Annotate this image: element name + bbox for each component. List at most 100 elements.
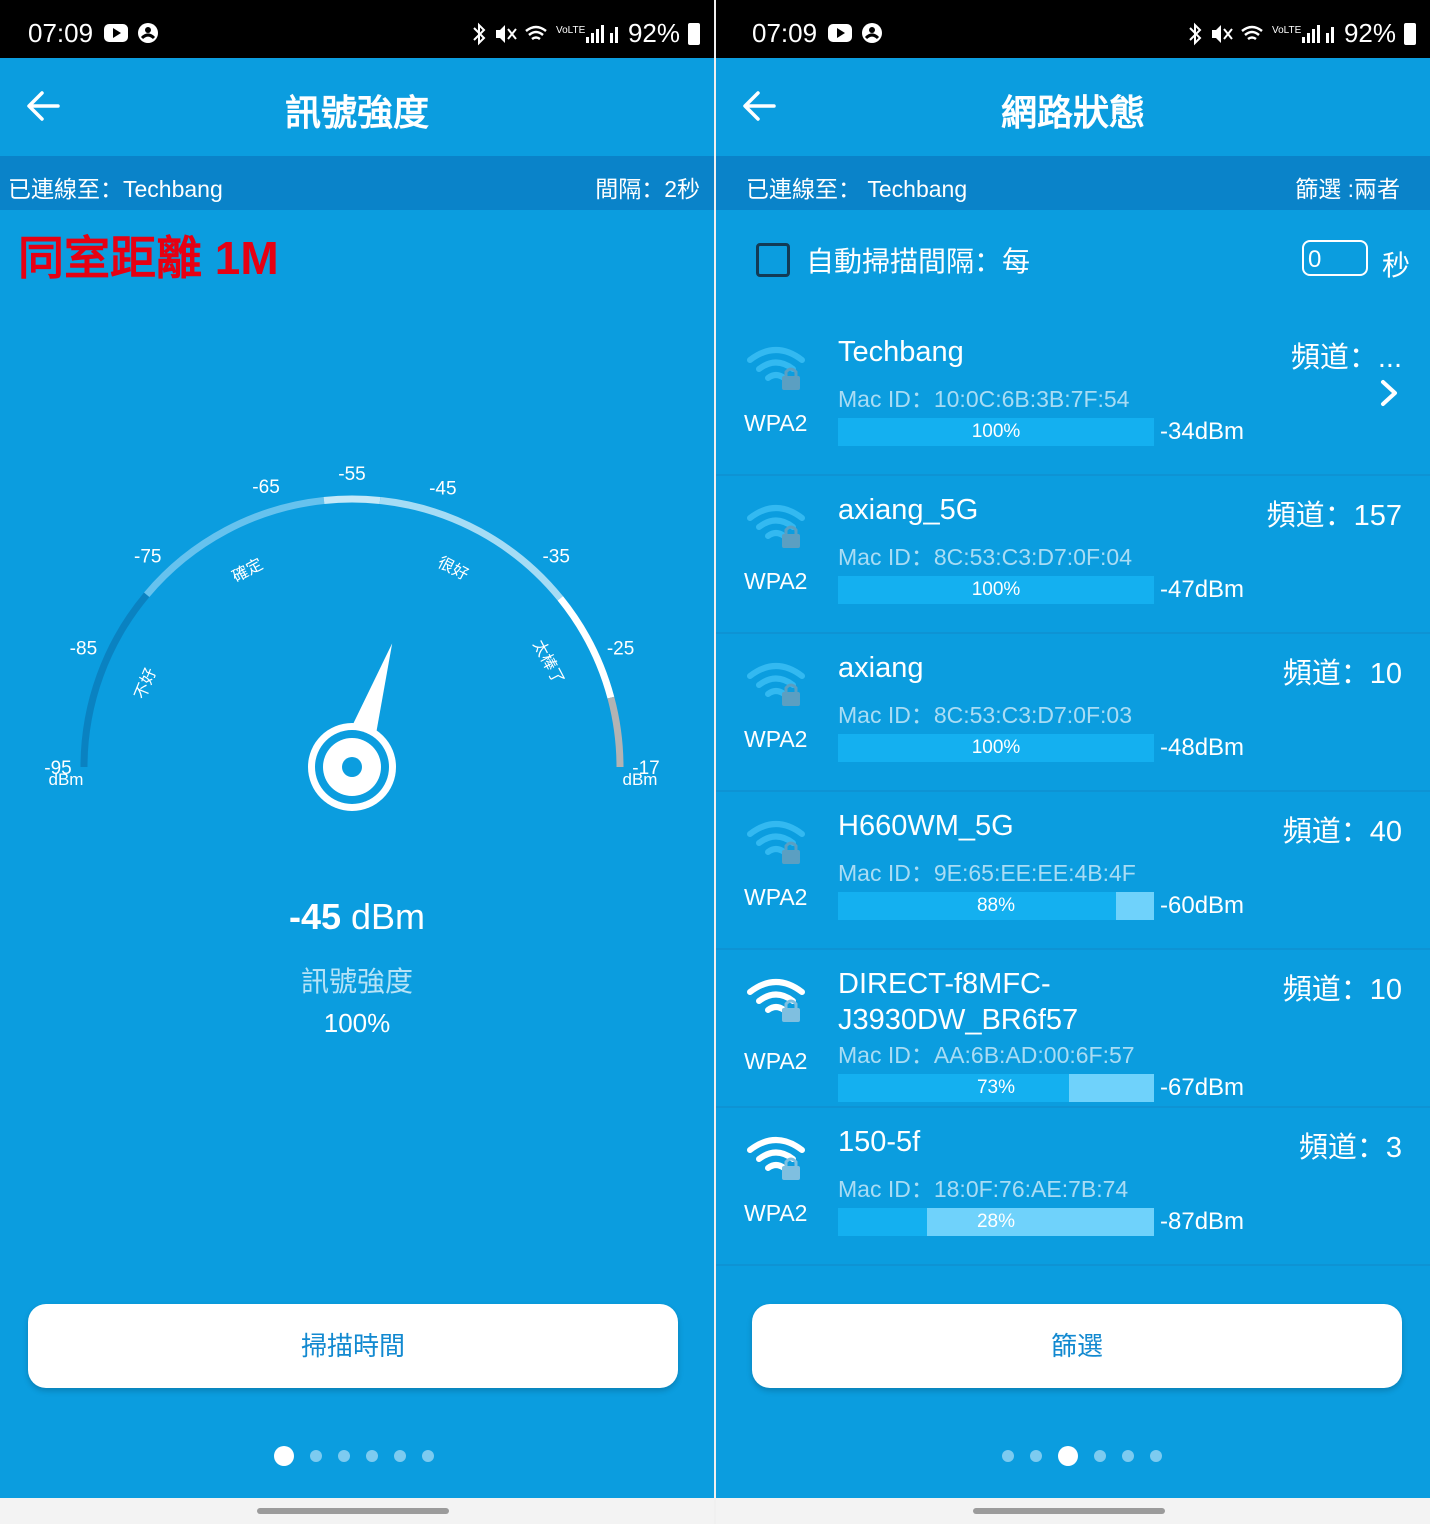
reading-percent: 100%: [323, 1008, 391, 1038]
scan-time-button[interactable]: 掃描時間: [28, 1304, 678, 1388]
page-dot-active[interactable]: [1058, 1446, 1078, 1466]
network-mac: Mac ID：10:0C:6B:3B:7F:54: [838, 386, 1130, 412]
signal-percent: 28%: [976, 1211, 1016, 1232]
network-row[interactable]: WPA2 Techbang 頻道：... Mac ID：10:0C:6B:3B:…: [716, 318, 1430, 476]
network-mac: Mac ID：18:0F:76:AE:7B:74: [838, 1176, 1129, 1202]
network-status-screen: 07:09 VoLTE 92% 網路狀態 已連線至： Techbang 篩選 :…: [716, 0, 1430, 1524]
gauge-unit-right: dBm: [623, 770, 658, 789]
reading-unit: dBm: [341, 896, 426, 937]
reading-label: 訊號強度: [300, 966, 413, 997]
network-row[interactable]: WPA2 150-5f 頻道：3 Mac ID：18:0F:76:AE:7B:7…: [716, 1108, 1430, 1266]
gauge-tick-label: -35: [542, 547, 569, 568]
security-type: WPA2: [744, 884, 808, 910]
reading-number: -45: [288, 896, 341, 937]
system-icons: VoLTE: [1189, 22, 1334, 45]
page-dot[interactable]: [310, 1450, 322, 1462]
security-type: WPA2: [744, 1048, 808, 1074]
page-dot[interactable]: [1094, 1450, 1106, 1462]
signal-bar: 100%: [838, 734, 1154, 762]
filter-status[interactable]: 篩選 :兩者: [1295, 170, 1400, 204]
network-ssid: Techbang: [838, 336, 964, 368]
auto-scan-unit: 秒: [1382, 250, 1411, 281]
network-channel: 頻道：...: [1290, 342, 1402, 374]
chevron-right-icon[interactable]: [1378, 378, 1400, 408]
home-gesture-pill[interactable]: [973, 1508, 1165, 1514]
signal-percent: 88%: [976, 895, 1016, 916]
signal-percent: 100%: [971, 737, 1021, 758]
page-title: 網路狀態: [1000, 92, 1145, 133]
page-dot-active[interactable]: [274, 1446, 294, 1466]
page-indicator: [274, 1446, 434, 1466]
page-dot[interactable]: [422, 1450, 434, 1462]
home-gesture-pill[interactable]: [257, 1508, 449, 1514]
connected-network: 已連線至：Techbang: [8, 176, 223, 202]
app-bar: 網路狀態: [716, 58, 1430, 156]
auto-scan-row: 自動掃描間隔：每: [756, 240, 1030, 280]
gauge-tick-label: -55: [338, 464, 365, 485]
gauge-arc-good: [379, 496, 563, 601]
page-dot[interactable]: [366, 1450, 378, 1462]
network-row[interactable]: WPA2 axiang 頻道：10 Mac ID：8C:53:C3:D7:0F:…: [716, 634, 1430, 792]
connected-network: 已連線至： Techbang: [746, 176, 968, 202]
wifi-lock-icon: [747, 979, 805, 1022]
network-row[interactable]: WPA2 axiang_5G 頻道：157 Mac ID：8C:53:C3:D7…: [716, 476, 1430, 634]
notification-icons: [828, 23, 882, 43]
gauge-tick-label: -25: [607, 638, 634, 659]
signal-gauge: -95-85-75-65-55-45-35-25-17 不好確定 很好太棒了 dB…: [44, 464, 660, 811]
network-channel: 頻道：3: [1298, 1132, 1402, 1164]
wifi-lock-icon: [747, 821, 805, 864]
connection-info-bar: 已連線至：Techbang 間隔：2秒: [0, 156, 714, 210]
connection-info-bar: 已連線至： Techbang 篩選 :兩者: [716, 156, 1430, 210]
notification-icons: [104, 23, 158, 43]
gauge-zone-label: 太棒了: [529, 637, 568, 688]
network-channel: 頻道：40: [1282, 816, 1402, 848]
nav-bar: [716, 1498, 1430, 1524]
gauge-zone-label: 確定: [229, 554, 266, 586]
signal-dbm: -48dBm: [1160, 734, 1245, 761]
auto-scan-checkbox[interactable]: [756, 243, 790, 277]
page-dot[interactable]: [338, 1450, 350, 1462]
signal-percent: 100%: [971, 579, 1021, 600]
signal-percent: 100%: [971, 421, 1021, 442]
wifi-lock-icon: [747, 347, 805, 390]
gauge-hub-center: [342, 757, 362, 777]
network-row[interactable]: WPA2 H660WM_5G 頻道：40 Mac ID：9E:65:EE:EE:…: [716, 792, 1430, 950]
network-mac: Mac ID：9E:65:EE:EE:4B:4F: [838, 860, 1136, 886]
filter-button[interactable]: 篩選: [752, 1304, 1402, 1388]
signal-dbm: -34dBm: [1160, 418, 1245, 445]
signal-bar: 88%: [838, 892, 1154, 920]
scan-interval: 間隔：2秒: [595, 176, 700, 202]
auto-scan-label: 自動掃描間隔：每: [806, 246, 1031, 277]
security-type: WPA2: [744, 568, 808, 594]
signal-bar: 28%: [838, 1208, 1154, 1236]
page-dot[interactable]: [1150, 1450, 1162, 1462]
gauge-tick-label: -75: [134, 547, 161, 568]
signal-dbm: -47dBm: [1160, 576, 1245, 603]
svg-text:VoLTE: VoLTE: [556, 25, 586, 36]
system-icons: VoLTE: [473, 22, 618, 45]
status-time: 07:09: [752, 18, 818, 48]
battery-icon: [1404, 22, 1416, 45]
status-right: VoLTE 92%: [1186, 18, 1416, 49]
gauge-tick-label: -45: [429, 478, 456, 499]
page-dot[interactable]: [1122, 1450, 1134, 1462]
status-bar: 07:09 VoLTE 92%: [0, 0, 714, 58]
network-channel: 頻道：10: [1282, 974, 1402, 1006]
signal-dbm: -87dBm: [1160, 1208, 1245, 1235]
gauge-tick-label: -65: [252, 477, 279, 498]
auto-scan-seconds-input[interactable]: 0: [1302, 240, 1368, 276]
status-time: 07:09: [28, 18, 94, 48]
signal-bar: 100%: [838, 576, 1154, 604]
page-dot[interactable]: [394, 1450, 406, 1462]
security-type: WPA2: [744, 1200, 808, 1226]
signal-dbm: -67dBm: [1160, 1074, 1245, 1101]
page-dot[interactable]: [1030, 1450, 1042, 1462]
signal-bar: 73%: [838, 1074, 1154, 1102]
gauge-zone-label: 很好: [435, 553, 472, 584]
network-mac: Mac ID：AA:6B:AD:00:6F:57: [838, 1042, 1135, 1068]
battery-percent: 92%: [1343, 18, 1396, 48]
network-row[interactable]: WPA2 DIRECT-f8MFC-J3930DW_BR6f57 頻道：10 M…: [716, 950, 1430, 1108]
page-dot[interactable]: [1002, 1450, 1014, 1462]
network-ssid: H660WM_5G: [838, 810, 1014, 842]
signal-bar: 100%: [838, 418, 1154, 446]
